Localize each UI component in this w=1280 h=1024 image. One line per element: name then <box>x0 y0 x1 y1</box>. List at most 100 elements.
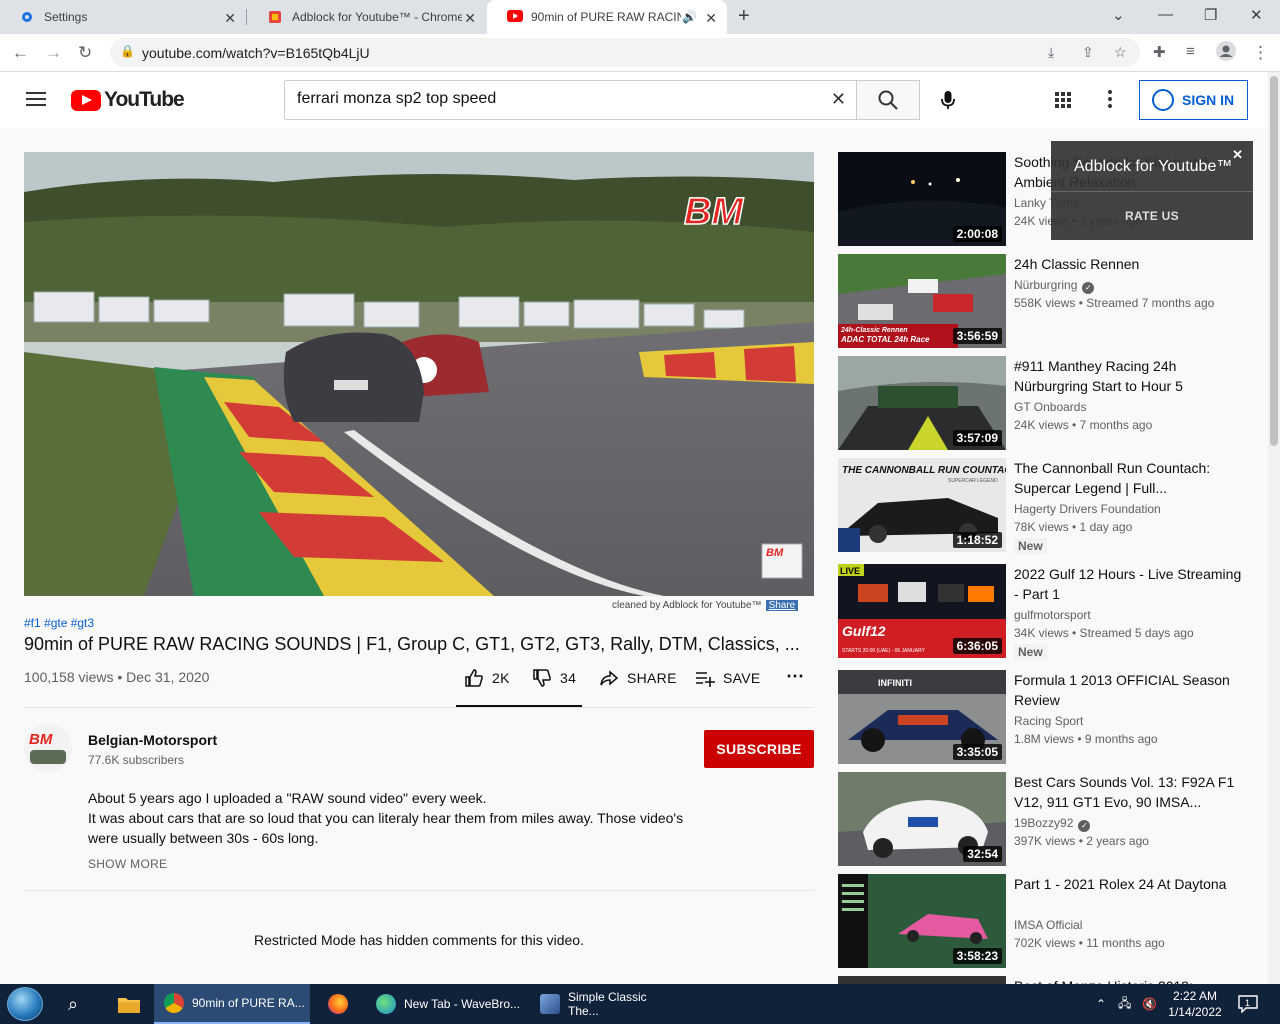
related-meta: 1.8M views • 9 months ago <box>1014 732 1158 746</box>
microphone-icon[interactable] <box>936 88 960 112</box>
close-window-button[interactable]: ✕ <box>1250 6 1263 24</box>
video-duration: 3:56:59 <box>952 328 1002 344</box>
page-scrollbar[interactable] <box>1268 72 1280 984</box>
tab-youtube-active[interactable]: 90min of PURE RAW RACING 🔊 ✕ <box>487 0 727 34</box>
related-thumbnail[interactable]: 32:54 <box>838 772 1006 866</box>
volume-muted-icon[interactable]: 🔇 <box>1142 984 1157 1024</box>
youtube-logo-icon[interactable] <box>71 90 101 111</box>
related-title: 24h Classic Rennen <box>1014 256 1140 272</box>
svg-text:SUPERCAR LEGEND: SUPERCAR LEGEND <box>948 478 998 484</box>
related-video[interactable]: 24h-Classic Rennen ADAC TOTAL 24h Race 3… <box>838 254 1258 348</box>
tab-search-chevron-icon[interactable]: ⌄ <box>1112 6 1125 24</box>
related-thumbnail[interactable]: 2:00:08 <box>838 152 1006 246</box>
like-button[interactable]: 2K <box>464 668 510 688</box>
taskbar-wavebrowser-button[interactable]: New Tab - WaveBro... <box>366 984 526 1024</box>
related-thumbnail[interactable]: 3:57:09 <box>838 356 1006 450</box>
settings-kebab-icon[interactable] <box>1108 90 1112 111</box>
divider <box>24 890 814 891</box>
rate-us-button[interactable]: RATE US <box>1051 209 1253 223</box>
tab-adblock[interactable]: Adblock for Youtube™ - Chrome Web ✕ <box>248 0 486 34</box>
video-watermark: BM <box>684 191 744 233</box>
thumbs-up-icon <box>465 669 483 687</box>
extensions-puzzle-icon[interactable]: ✚ <box>1153 43 1166 61</box>
restricted-comments-notice: Restricted Mode has hidden comments for … <box>254 932 584 948</box>
video-views-date: 100,158 views • Dec 31, 2020 <box>24 669 210 685</box>
tab-close-icon[interactable]: ✕ <box>705 10 717 27</box>
channel-branding-watermark[interactable]: BM <box>766 547 784 559</box>
youtube-logo-text[interactable]: YouTube <box>104 88 185 112</box>
related-video[interactable]: THE CANNONBALL RUN COUNTACH SUPERCAR LEG… <box>838 458 1258 554</box>
subscribe-button[interactable]: SUBSCRIBE <box>704 730 814 768</box>
share-page-icon[interactable]: ⇪ <box>1082 44 1094 61</box>
address-bar[interactable]: 🔒 youtube.com/watch?v=B165tQb4LjU ⤓ ⇪ ☆ <box>110 38 1140 67</box>
related-thumbnail[interactable]: 3:58:23 <box>838 874 1006 968</box>
related-thumbnail[interactable] <box>838 976 1006 984</box>
minimize-button[interactable]: — <box>1158 6 1173 23</box>
related-meta: 397K views • 2 years ago <box>1014 834 1149 848</box>
restore-button[interactable]: ❐ <box>1204 6 1217 24</box>
file-explorer-icon[interactable] <box>110 984 150 1024</box>
close-icon[interactable]: ✕ <box>1232 147 1243 163</box>
svg-text:Gulf12: Gulf12 <box>842 623 886 639</box>
reload-icon[interactable]: ↻ <box>78 43 92 63</box>
share-button[interactable]: SHARE <box>599 668 677 688</box>
profile-avatar-icon[interactable] <box>1216 41 1236 66</box>
related-video[interactable]: INFINITI 3:35:05 Formula 1 2013 OFFICIAL… <box>838 670 1258 764</box>
chrome-menu-icon[interactable]: ⋮ <box>1252 43 1269 63</box>
tab-close-icon[interactable]: ✕ <box>464 10 476 27</box>
svg-text:BM: BM <box>29 731 53 748</box>
save-button[interactable]: SAVE <box>695 668 761 688</box>
firefox-icon <box>328 994 348 1014</box>
tab-settings[interactable]: Settings ✕ <box>0 0 246 34</box>
channel-name[interactable]: Belgian-Motorsport <box>88 732 217 748</box>
video-player[interactable]: BM BM <box>24 152 814 596</box>
search-button[interactable] <box>856 80 920 120</box>
related-meta: 702K views • 11 months ago <box>1014 936 1165 950</box>
notification-icon[interactable]: 1 <box>1238 984 1258 1024</box>
taskbar-theme-button[interactable]: Simple Classic The... <box>530 984 680 1024</box>
related-video[interactable]: 3:58:23 Part 1 - 2021 Rolex 24 At Dayton… <box>838 874 1258 968</box>
clear-search-icon[interactable]: ✕ <box>831 89 846 110</box>
related-video[interactable]: 3:57:09 #911 Manthey Racing 24h Nürburgr… <box>838 356 1258 450</box>
lock-icon[interactable]: 🔒 <box>120 44 135 58</box>
related-title: The Cannonball Run Countach: Supercar Le… <box>1014 460 1211 496</box>
dislike-button[interactable]: 34 <box>532 668 576 688</box>
tray-overflow-chevron-icon[interactable]: ⌃ <box>1096 984 1106 1024</box>
related-video[interactable]: LIVE Gulf12 STARTS 20:00 (UAE) - 06 JANU… <box>838 564 1258 660</box>
bookmark-star-icon[interactable]: ☆ <box>1114 44 1127 61</box>
search-icon[interactable]: ⌕ <box>68 994 78 1015</box>
new-tab-button[interactable]: + <box>738 5 750 28</box>
search-box[interactable]: ✕ <box>284 80 857 120</box>
system-clock[interactable]: 2:22 AM 1/14/2022 <box>1160 988 1230 1020</box>
scrollbar-thumb[interactable] <box>1270 76 1278 446</box>
channel-avatar[interactable]: BM <box>24 724 72 772</box>
video-hashtags[interactable]: #f1 #gte #gt3 <box>24 616 94 630</box>
related-thumbnail[interactable]: INFINITI 3:35:05 <box>838 670 1006 764</box>
related-video[interactable]: 32:54 Best Cars Sounds Vol. 13: F92A F1 … <box>838 772 1258 866</box>
taskbar-firefox-button[interactable] <box>318 984 362 1024</box>
back-icon[interactable]: ← <box>12 43 29 63</box>
more-actions-icon[interactable]: ⋯ <box>786 666 804 687</box>
sign-in-button[interactable]: SIGN IN <box>1139 80 1248 120</box>
media-control-icon[interactable]: ≡ <box>1186 43 1195 60</box>
related-video[interactable]: Best of Monza Historic 2019: <box>838 976 1258 984</box>
taskbar-chrome-button[interactable]: 90min of PURE RA... <box>154 984 310 1024</box>
related-thumbnail[interactable]: 24h-Classic Rennen ADAC TOTAL 24h Race 3… <box>838 254 1006 348</box>
install-icon[interactable]: ⤓ <box>1048 44 1054 61</box>
related-thumbnail[interactable]: THE CANNONBALL RUN COUNTACH SUPERCAR LEG… <box>838 458 1006 552</box>
show-more-button[interactable]: SHOW MORE <box>88 857 167 871</box>
video-duration: 3:58:23 <box>952 948 1002 964</box>
apps-grid-icon[interactable] <box>1055 92 1071 108</box>
hamburger-menu-icon[interactable] <box>26 92 46 106</box>
tab-close-icon[interactable]: ✕ <box>224 10 236 27</box>
network-icon[interactable]: 🖧 <box>1118 984 1131 1024</box>
search-input[interactable] <box>297 90 817 108</box>
adblock-share-link[interactable]: Share <box>765 600 799 611</box>
speaker-icon[interactable]: 🔊 <box>682 10 697 24</box>
start-button[interactable] <box>7 987 43 1021</box>
related-thumbnail[interactable]: LIVE Gulf12 STARTS 20:00 (UAE) - 06 JANU… <box>838 564 1006 658</box>
forward-icon[interactable]: → <box>45 43 62 63</box>
chrome-icon <box>164 993 184 1013</box>
related-meta: 24K views • 7 months ago <box>1014 418 1153 432</box>
related-meta: 558K views • Streamed 7 months ago <box>1014 296 1215 310</box>
